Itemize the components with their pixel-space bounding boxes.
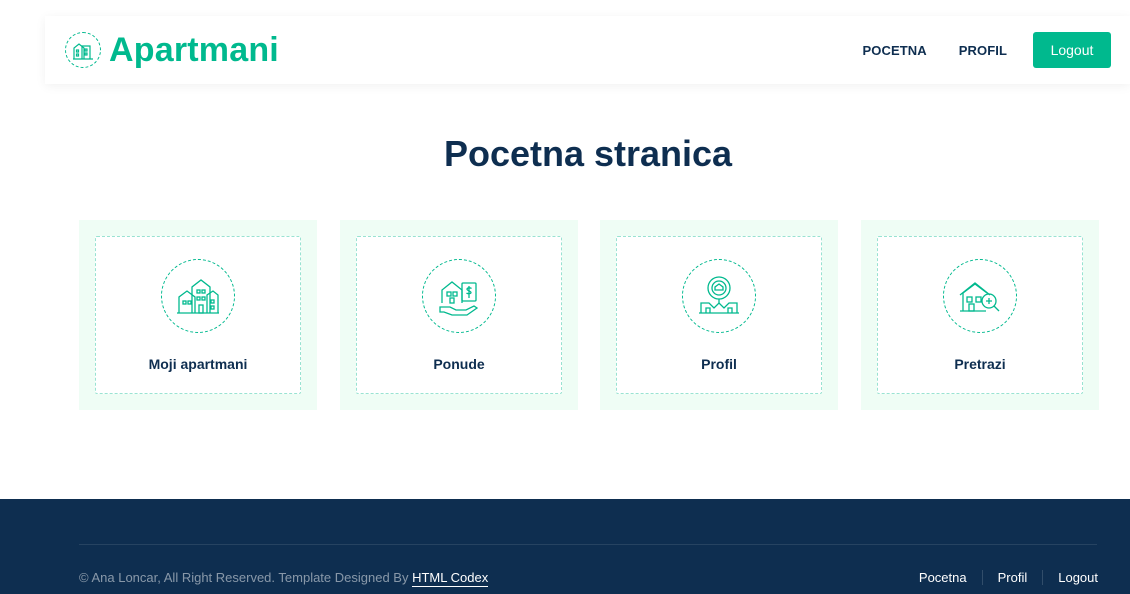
card-label: Profil	[701, 356, 737, 372]
card-inner: Moji apartmani	[95, 236, 301, 394]
card-ponude[interactable]: Ponude	[340, 220, 578, 410]
property-location-icon	[682, 259, 756, 333]
card-label: Pretrazi	[954, 356, 1006, 372]
footer-separator	[1042, 570, 1044, 585]
brand-logo[interactable]: Apartmani	[65, 31, 279, 70]
card-inner: Profil	[616, 236, 822, 394]
card-inner: Pretrazi	[877, 236, 1083, 394]
card-inner: Ponude	[356, 236, 562, 394]
footer-separator	[981, 570, 983, 585]
copyright-text: © Ana Loncar, All Right Reserved. Templa…	[79, 570, 413, 585]
main-nav: POCETNA PROFIL Logout	[862, 32, 1111, 68]
navbar: Apartmani POCETNA PROFIL Logout	[45, 16, 1130, 84]
apartments-icon	[161, 259, 235, 333]
page-title: Pocetna stranica	[443, 133, 733, 174]
logout-button[interactable]: Logout	[1033, 32, 1111, 68]
footer-link-pocetna[interactable]: Pocetna	[919, 570, 967, 585]
brand-name: Apartmani	[109, 30, 279, 69]
apartment-building-icon	[65, 32, 101, 68]
credit-link[interactable]: HTML Codex	[412, 570, 489, 587]
footer-link-profil[interactable]: Profil	[998, 570, 1028, 585]
footer-menu: Pocetna Profil Logout	[919, 570, 1098, 585]
copyright: © Ana Loncar, All Right Reserved. Templa…	[79, 570, 489, 587]
footer-divider	[79, 544, 1097, 545]
house-offer-icon	[422, 259, 496, 333]
house-search-icon	[943, 259, 1017, 333]
card-pretrazi[interactable]: Pretrazi	[861, 220, 1099, 410]
card-moji-apartmani[interactable]: Moji apartmani	[79, 220, 317, 410]
card-grid: Moji apartmani Ponude Profil Pretrazi	[79, 220, 1099, 410]
card-profil[interactable]: Profil	[600, 220, 838, 410]
card-label: Ponude	[433, 356, 485, 372]
nav-link-pocetna[interactable]: POCETNA	[862, 43, 926, 58]
card-label: Moji apartmani	[148, 356, 248, 372]
footer-link-logout[interactable]: Logout	[1058, 570, 1098, 585]
nav-link-profil[interactable]: PROFIL	[959, 43, 1007, 58]
footer: © Ana Loncar, All Right Reserved. Templa…	[0, 499, 1130, 594]
